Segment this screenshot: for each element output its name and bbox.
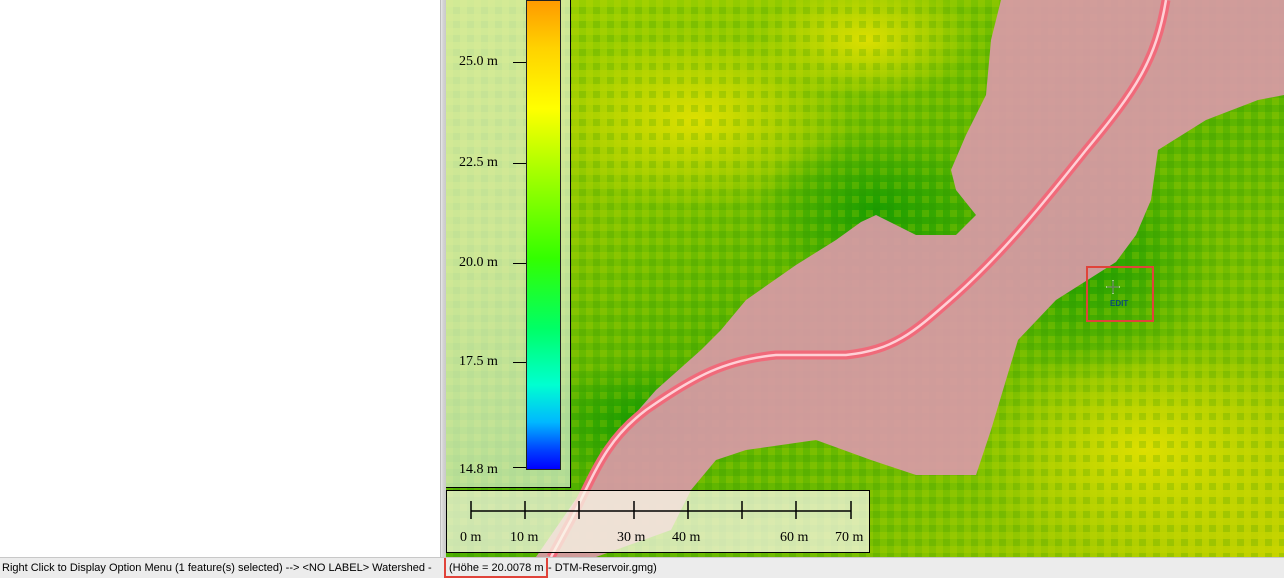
scale-label: 70 m xyxy=(835,530,864,545)
side-panel xyxy=(0,0,440,557)
elevation-legend: 25.0 m 22.5 m 20.0 m 17.5 m 14.8 m xyxy=(446,0,571,488)
legend-tick-label: 14.8 m xyxy=(459,462,498,477)
legend-tick-label: 22.5 m xyxy=(459,155,498,170)
scale-label: 60 m xyxy=(780,530,809,545)
status-text: Right Click to Display Option Menu (1 fe… xyxy=(2,562,432,574)
scale-label: 10 m xyxy=(510,530,539,545)
legend-color-bar xyxy=(526,0,561,470)
scale-label: 0 m xyxy=(460,530,482,545)
legend-tick-label: 17.5 m xyxy=(459,354,498,369)
status-filename: - DTM-Reservoir.gmg) xyxy=(548,562,657,574)
legend-tick xyxy=(513,62,526,63)
legend-tick-label: 20.0 m xyxy=(459,255,498,270)
scale-label: 40 m xyxy=(672,530,701,545)
scale-bar-ruler xyxy=(470,501,852,519)
legend-tick xyxy=(513,467,526,468)
legend-tick xyxy=(513,163,526,164)
cursor-edit-label: EDIT xyxy=(1110,299,1129,308)
status-value-highlight xyxy=(444,558,548,578)
map-view[interactable]: EDIT xyxy=(446,0,1284,557)
scale-label: 30 m xyxy=(617,530,646,545)
legend-tick xyxy=(513,362,526,363)
legend-tick-label: 25.0 m xyxy=(459,54,498,69)
scale-bar: 0 m 10 m 30 m 40 m 60 m 70 m xyxy=(446,490,870,553)
status-bar: Right Click to Display Option Menu (1 fe… xyxy=(0,557,1284,578)
legend-tick xyxy=(513,263,526,264)
terrain-map[interactable] xyxy=(446,0,1284,557)
